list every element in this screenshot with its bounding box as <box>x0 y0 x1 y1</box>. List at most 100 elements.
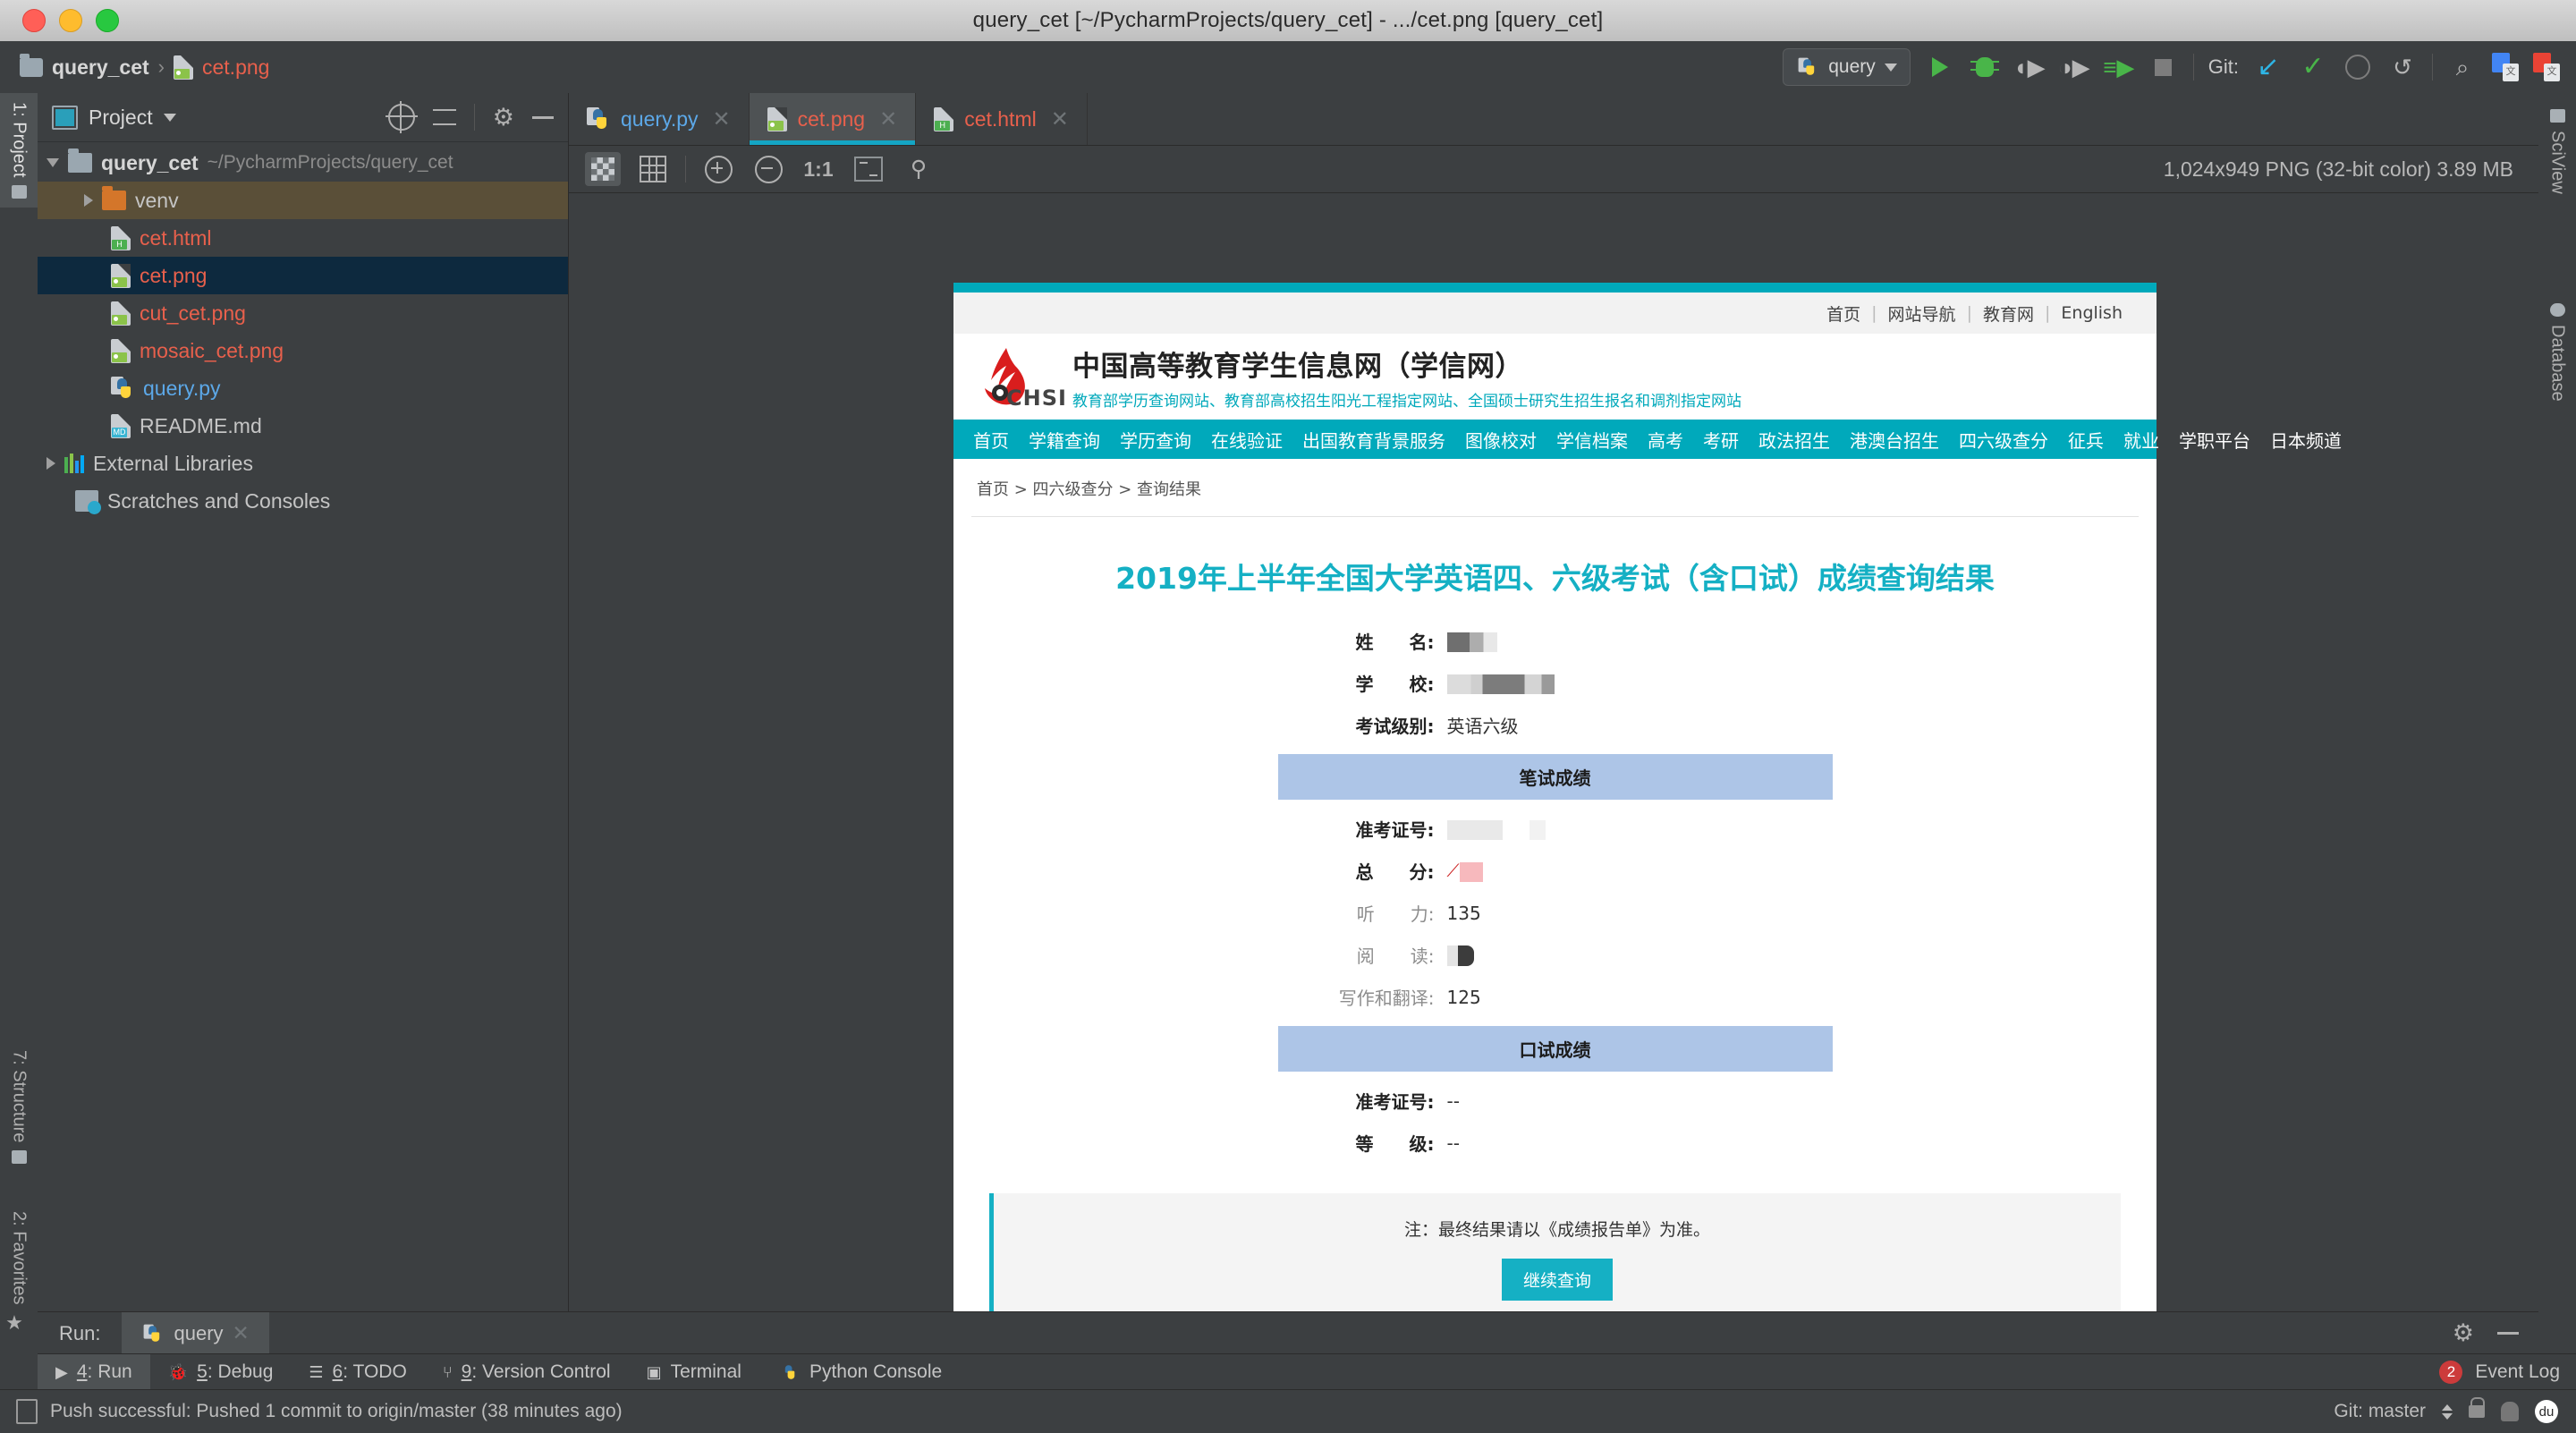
fit-to-window-icon[interactable] <box>851 152 886 186</box>
color-picker-icon[interactable]: ⚲ <box>901 152 936 186</box>
python-console-icon <box>781 1363 797 1381</box>
nav-item-1[interactable]: 学籍查询 <box>1029 427 1100 453</box>
nav-item-15[interactable]: 日本频道 <box>2270 427 2342 453</box>
git-label: Git: <box>2207 55 2239 78</box>
run-button[interactable] <box>1925 52 1955 82</box>
translate-icon[interactable]: 文 <box>2533 53 2560 81</box>
close-icon[interactable]: ✕ <box>713 106 731 132</box>
avatar[interactable] <box>2501 1402 2519 1421</box>
bottom-tab-version-control[interactable]: ⑂ 9: Version Control <box>425 1354 629 1390</box>
gear-icon[interactable]: ⚙ <box>493 105 514 130</box>
nav-item-14[interactable]: 学职平台 <box>2179 427 2250 453</box>
bottom-tab-python-console[interactable]: Python Console <box>759 1354 960 1390</box>
git-branch-label[interactable]: Git: master <box>2334 1401 2426 1422</box>
grid-icon[interactable] <box>635 152 671 186</box>
right-tool-rail: SciView Database <box>2538 93 2576 1383</box>
version-control-icon: ⑂ <box>442 1362 453 1381</box>
breadcrumb-file[interactable]: cet.png <box>202 55 269 80</box>
continue-query-button[interactable]: 继续查询 <box>1501 1259 1613 1301</box>
todo-icon: ☰ <box>309 1362 324 1381</box>
profile-button[interactable]: ◑▶ <box>2058 52 2090 82</box>
zoom-in-icon[interactable] <box>700 152 736 186</box>
hide-panel-icon[interactable] <box>2497 1332 2519 1335</box>
nav-item-7[interactable]: 高考 <box>1648 427 1683 453</box>
close-icon[interactable]: ✕ <box>879 106 897 132</box>
sidebar-item-sciview[interactable]: SciView <box>2538 100 2576 203</box>
tree-row-external-libraries[interactable]: External Libraries <box>38 445 568 482</box>
nav-item-6[interactable]: 学信档案 <box>1556 427 1628 453</box>
debug-button[interactable] <box>1970 52 2000 82</box>
tree-row-readme-md[interactable]: MD README.md <box>38 407 568 445</box>
nav-item-11[interactable]: 四六级查分 <box>1959 427 2048 453</box>
tab-query-py[interactable]: query.py ✕ <box>569 93 750 145</box>
search-everywhere-icon[interactable]: ⌕ <box>2447 52 2478 82</box>
zoom-out-icon[interactable] <box>750 152 786 186</box>
tree-row-query-py[interactable]: query.py <box>38 369 568 407</box>
field-row-reading: 阅 读: <box>1278 942 1833 968</box>
utility-link-edunet[interactable]: 教育网 <box>1983 301 2034 326</box>
transparency-chessboard-icon[interactable] <box>585 152 621 186</box>
png-file-icon <box>111 338 131 363</box>
bottom-tab-terminal[interactable]: ▣ Terminal <box>629 1354 759 1390</box>
stop-button[interactable] <box>2148 52 2179 82</box>
google-translate-icon[interactable]: 文 <box>2492 53 2519 81</box>
tree-row-scratches-and-consoles[interactable]: Scratches and Consoles <box>38 482 568 520</box>
chevron-down-icon[interactable] <box>47 158 59 167</box>
nav-item-10[interactable]: 港澳台招生 <box>1850 427 1939 453</box>
divider: | <box>2044 303 2051 323</box>
nav-item-9[interactable]: 政法招生 <box>1758 427 1830 453</box>
chevron-down-icon[interactable] <box>163 113 176 122</box>
tree-row-mosaic-cet-png[interactable]: mosaic_cet.png <box>38 332 568 369</box>
sidebar-item-favorites[interactable]: 2: Favorites ★ <box>0 1202 38 1335</box>
nav-item-3[interactable]: 在线验证 <box>1211 427 1283 453</box>
history-icon[interactable] <box>2343 52 2373 82</box>
rollback-icon[interactable]: ↺ <box>2387 52 2418 82</box>
close-icon[interactable]: ✕ <box>1051 106 1069 132</box>
utility-link-english[interactable]: English <box>2061 303 2123 323</box>
scroll-from-source-icon[interactable] <box>385 101 418 133</box>
commit-icon[interactable]: ✓ <box>2298 52 2328 82</box>
tree-item-label: README.md <box>140 413 262 437</box>
utility-link-home[interactable]: 首页 <box>1826 301 1860 326</box>
nav-item-2[interactable]: 学历查询 <box>1120 427 1191 453</box>
nav-item-8[interactable]: 考研 <box>1703 427 1739 453</box>
sidebar-item-database[interactable]: Database <box>2538 294 2576 411</box>
nav-item-13[interactable]: 就业 <box>2123 427 2159 453</box>
bottom-tab-run[interactable]: ▶ 4: Run <box>38 1354 150 1390</box>
baidu-icon[interactable]: du <box>2535 1400 2558 1423</box>
tree-row-cet-html[interactable]: H cet.html <box>38 219 568 257</box>
nav-item-0[interactable]: 首页 <box>973 427 1009 453</box>
tab-cet-html[interactable]: H cet.html ✕ <box>916 93 1088 145</box>
actual-size-icon[interactable]: 1:1 <box>801 152 836 186</box>
attach-process-button[interactable]: ≡▶ <box>2103 52 2134 82</box>
utility-link-sitemap[interactable]: 网站导航 <box>1888 301 1956 326</box>
tab-cet-png[interactable]: cet.png ✕ <box>749 93 917 145</box>
bottom-tab-debug[interactable]: 🐞 5: Debug <box>150 1354 292 1390</box>
gear-icon[interactable]: ⚙ <box>2453 1321 2474 1345</box>
hide-panel-icon[interactable] <box>532 115 554 119</box>
run-configuration-selector[interactable]: query <box>1783 48 1911 86</box>
tree-row-cut-cet-png[interactable]: cut_cet.png <box>38 294 568 332</box>
run-tab-query[interactable]: query ✕ <box>122 1312 269 1354</box>
chevron-updown-icon[interactable] <box>2442 1403 2453 1420</box>
nav-item-4[interactable]: 出国教育背景服务 <box>1302 427 1445 453</box>
sidebar-item-project[interactable]: 1: Project <box>0 93 38 208</box>
collapse-all-icon[interactable] <box>432 106 456 129</box>
field-row-oral-ticket: 准考证号: -- <box>1278 1088 1833 1114</box>
tree-row-query-cet[interactable]: query_cet ~/PycharmProjects/query_cet <box>38 144 568 182</box>
chevron-right-icon[interactable] <box>47 457 55 470</box>
lock-icon[interactable] <box>2469 1397 2485 1418</box>
nav-item-12[interactable]: 征兵 <box>2068 427 2104 453</box>
tree-row-cet-png[interactable]: cet.png <box>38 257 568 294</box>
sidebar-item-structure[interactable]: 7: Structure <box>0 1041 38 1173</box>
chevron-right-icon[interactable] <box>84 194 93 207</box>
close-icon[interactable]: ✕ <box>233 1321 250 1345</box>
bottom-tab-todo[interactable]: ☰ 6: TODO <box>291 1354 424 1390</box>
coverage-button[interactable]: ◖▶ <box>2013 52 2046 82</box>
nav-item-5[interactable]: 图像校对 <box>1465 427 1537 453</box>
tree-row-venv[interactable]: venv <box>38 182 568 219</box>
event-log-label[interactable]: Event Log <box>2475 1361 2560 1383</box>
update-project-icon[interactable]: ↙ <box>2253 52 2284 82</box>
image-canvas[interactable]: 首页 | 网站导航 | 教育网 | English CHSI 中国高等教育学生信… <box>569 238 2538 1312</box>
breadcrumb-project[interactable]: query_cet <box>52 55 149 80</box>
